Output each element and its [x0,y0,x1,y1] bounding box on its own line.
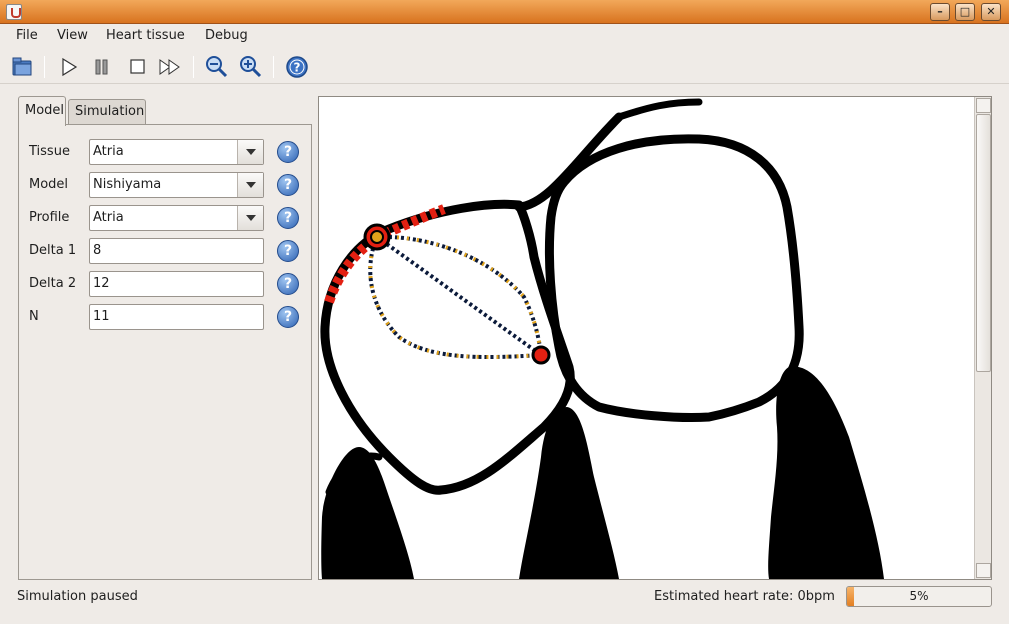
n-input[interactable]: 11 [89,304,264,330]
delta1-help-icon[interactable]: ? [277,240,299,262]
delta2-row: Delta 2 12 ? [29,271,309,297]
java-app-icon [6,4,22,20]
stop-button[interactable] [124,54,150,80]
model-select[interactable]: Nishiyama [89,172,264,198]
tissue-value: Atria [93,144,124,159]
status-bar: Simulation paused Estimated heart rate: … [0,584,1009,624]
heart-canvas-view[interactable] [318,96,992,580]
conduction-pathway [368,234,543,360]
profile-value: Atria [93,210,124,225]
tab-model[interactable]: Model [18,96,66,126]
model-value: Nishiyama [93,177,162,192]
toolbar: ? [0,50,1009,84]
simulation-status: Simulation paused [17,589,138,604]
heart-tissue-canvas[interactable] [319,97,974,579]
close-icon: ✕ [986,5,996,18]
delta1-row: Delta 1 8 ? [29,238,309,264]
profile-help-icon[interactable]: ? [277,207,299,229]
menu-debug[interactable]: Debug [205,28,248,43]
menu-bar: File View Heart tissue Debug [0,24,1009,48]
delta2-help-icon[interactable]: ? [277,273,299,295]
model-tab-content: Tissue Atria ? Model Nishiyama ? Profile… [18,124,312,580]
scroll-up-button[interactable] [976,98,991,113]
toolbar-separator [273,56,274,78]
scroll-down-button[interactable] [976,563,991,578]
maximize-icon: □ [959,5,971,18]
delta1-label: Delta 1 [29,243,77,258]
septum-band [514,112,624,212]
profile-select[interactable]: Atria [89,205,264,231]
model-label: Model [29,177,69,192]
progress-bar: 5% [846,586,992,607]
menu-view[interactable]: View [57,28,88,43]
svg-text:?: ? [294,61,301,75]
pause-icon [95,59,108,75]
n-row: N 11 ? [29,304,309,330]
zoom-out-icon [206,56,228,78]
delta2-input[interactable]: 12 [89,271,264,297]
n-label: N [29,309,39,324]
toolbar-separator [44,56,45,78]
tissue-label: Tissue [29,144,70,159]
title-bar: – □ ✕ [0,0,1009,24]
heart-rate-label: Estimated heart rate: 0bpm [654,589,835,604]
play-button[interactable] [56,54,82,80]
tissue-help-icon[interactable]: ? [277,141,299,163]
minimize-button[interactable]: – [930,3,950,21]
stop-icon [130,59,145,74]
open-button[interactable] [10,54,36,80]
zoom-in-icon [240,56,262,78]
excited-wall-segment [324,204,446,304]
tab-simulation[interactable]: Simulation [68,99,146,124]
model-dropdown-button[interactable] [237,173,263,197]
profile-row: Profile Atria ? [29,205,309,231]
zoom-out-button[interactable] [203,54,229,80]
toolbar-separator [193,56,194,78]
right-atrium-wall [544,134,804,423]
help-icon: ? [286,56,308,78]
chevron-down-icon [246,149,256,155]
tissue-dropdown-button[interactable] [237,140,263,164]
pause-button[interactable] [89,54,115,80]
progress-text: 5% [909,589,929,603]
atrioventricular-node [531,345,551,365]
model-row: Model Nishiyama ? [29,172,309,198]
fast-forward-icon [159,59,180,75]
fast-forward-button[interactable] [157,54,183,80]
chevron-down-icon [246,182,256,188]
play-icon [62,57,78,77]
model-help-icon[interactable]: ? [277,174,299,196]
profile-label: Profile [29,210,70,225]
upper-band [615,98,703,121]
settings-panel: Simulation Model Tissue Atria ? Model Ni… [18,96,312,580]
help-button[interactable]: ? [284,54,310,80]
zoom-in-button[interactable] [237,54,263,80]
open-icon [12,57,32,76]
vertical-scrollbar[interactable] [974,97,991,579]
menu-heart-tissue[interactable]: Heart tissue [106,28,185,43]
menu-file[interactable]: File [16,28,38,43]
tissue-row: Tissue Atria ? [29,139,309,165]
scrollbar-thumb[interactable] [976,114,991,372]
minimize-icon: – [937,5,943,18]
profile-dropdown-button[interactable] [237,206,263,230]
n-help-icon[interactable]: ? [277,306,299,328]
maximize-button[interactable]: □ [955,3,975,21]
delta2-label: Delta 2 [29,276,77,291]
close-button[interactable]: ✕ [981,3,1001,21]
tissue-select[interactable]: Atria [89,139,264,165]
right-ventricle [768,366,884,579]
delta1-input[interactable]: 8 [89,238,264,264]
chevron-down-icon [246,215,256,221]
